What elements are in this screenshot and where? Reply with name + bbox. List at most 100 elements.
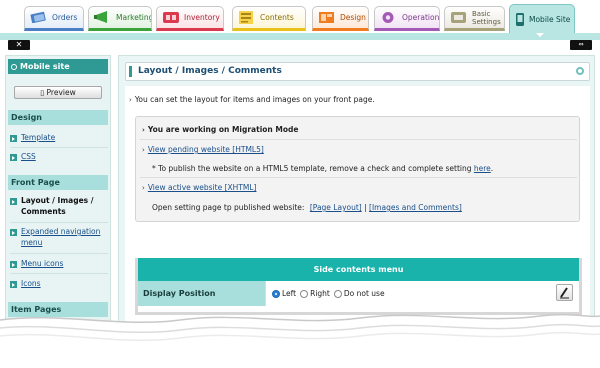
- tab-label-line: Basic: [472, 9, 491, 18]
- tab-label: Basic Settings: [472, 10, 501, 26]
- gear-icon[interactable]: [576, 67, 584, 75]
- radio-label: Do not use: [343, 289, 385, 298]
- tab-label-line: Settings: [472, 17, 501, 26]
- tab-label: Operations: [402, 12, 440, 22]
- pen-icon: [560, 287, 569, 299]
- images-and-comments-link[interactable]: [Images and Comments]: [369, 203, 462, 212]
- sidebar-item-layout-images-comments[interactable]: Layout / Images / Comments: [10, 195, 108, 217]
- publish-here-link[interactable]: here: [474, 164, 491, 173]
- sidebar-title: Mobile site: [8, 59, 108, 74]
- radio-label: Right: [310, 289, 330, 298]
- migration-mode-value: You are working on Migration Mode: [147, 125, 299, 134]
- radio-do-not-use[interactable]: [333, 289, 342, 298]
- circle-icon: [11, 63, 17, 70]
- tab-label: Mobile Site: [529, 14, 571, 24]
- sidebar-section-design: Design: [8, 110, 108, 125]
- radio-right[interactable]: [300, 289, 309, 298]
- megaphone-icon: [93, 10, 113, 25]
- intro-text-value: You can set the layout for items and ima…: [134, 95, 375, 104]
- arrow-bullet-icon: [10, 198, 17, 205]
- sidebar-title-text: Mobile site: [20, 62, 70, 71]
- intro-text: › You can set the layout for items and im…: [129, 95, 375, 104]
- main-panel: Layout / Images / Comments › You can set …: [118, 55, 595, 323]
- page-layout-link[interactable]: [Page Layout]: [310, 203, 362, 212]
- display-position-radio-group: Left Right Do not use: [272, 289, 389, 298]
- sidebar-item-template[interactable]: Template: [10, 132, 108, 143]
- publish-note: * To publish the website on a HTML5 temp…: [152, 164, 494, 173]
- chevron-right-icon: ›: [142, 184, 145, 192]
- page-title: Layout / Images / Comments: [138, 66, 282, 76]
- mobile-phone-icon: [514, 12, 526, 27]
- sidebar: Mobile site ▯ Preview Design Template CS…: [5, 55, 111, 323]
- divider: [10, 147, 108, 148]
- pending-website-row: › View pending website [HTML5]: [142, 145, 264, 154]
- tab-orders[interactable]: Orders: [24, 6, 84, 31]
- sidebar-item-css[interactable]: CSS: [10, 151, 108, 162]
- operations-icon: [379, 10, 399, 25]
- chevron-right-icon: ›: [142, 146, 145, 154]
- radio-option-do-not-use[interactable]: Do not use: [333, 289, 385, 298]
- tab-label: Inventory: [184, 12, 220, 22]
- migration-notice: › You are working on Migration Mode › View…: [135, 116, 580, 222]
- preview-button[interactable]: ▯ Preview: [14, 86, 102, 99]
- view-pending-website-link[interactable]: View pending website [HTML5]: [148, 145, 264, 154]
- expand-view-button[interactable]: ⇔: [570, 40, 592, 50]
- arrow-bullet-icon: [10, 261, 17, 268]
- contents-icon: [237, 10, 257, 25]
- preview-button-label: Preview: [46, 88, 76, 97]
- radio-option-right[interactable]: Right: [300, 289, 330, 298]
- tab-basic-settings[interactable]: Basic Settings: [444, 6, 505, 31]
- tab-operations[interactable]: Operations: [374, 6, 440, 31]
- divider: [10, 253, 108, 254]
- title-accent: [129, 66, 132, 77]
- edit-button[interactable]: [556, 284, 573, 301]
- tab-contents[interactable]: Contents: [232, 6, 306, 31]
- sub-toolbar: [0, 40, 600, 51]
- active-tab-notch: [536, 33, 544, 37]
- tab-strip: [0, 33, 600, 40]
- publish-note-text: * To publish the website on a HTML5 temp…: [152, 164, 472, 173]
- radio-option-left[interactable]: Left: [272, 289, 296, 298]
- torn-edge-decoration: [0, 313, 600, 368]
- link-separator: |: [364, 203, 367, 212]
- view-active-website-link[interactable]: View active website [XHTML]: [148, 183, 257, 192]
- tab-label: Marketing: [116, 12, 152, 22]
- migration-mode-text: › You are working on Migration Mode: [142, 125, 298, 134]
- active-website-row: › View active website [XHTML]: [142, 183, 256, 192]
- sidebar-item-label: Expanded navigation menu: [21, 227, 101, 247]
- divider: [10, 273, 108, 274]
- orders-icon: [29, 10, 49, 25]
- tab-design[interactable]: Design: [312, 6, 369, 31]
- content-area: › You can set the layout for items and im…: [125, 86, 590, 322]
- sidebar-item-expanded-navigation-menu[interactable]: Expanded navigation menu: [10, 226, 108, 248]
- chevron-right-icon: ›: [142, 126, 145, 134]
- published-settings-row: Open setting page tp published website: …: [152, 203, 462, 212]
- divider: [10, 222, 108, 223]
- radio-label: Left: [282, 289, 297, 298]
- sidebar-item-menu-icons[interactable]: Menu icons: [10, 258, 108, 269]
- design-icon: [317, 10, 337, 25]
- published-settings-label: Open setting page tp published website:: [152, 203, 305, 212]
- tab-mobile-site[interactable]: Mobile Site: [509, 4, 575, 34]
- main-tab-bar: Orders Marketing Inventory Contents Desi…: [0, 0, 600, 34]
- sidebar-item-label: Menu icons: [21, 259, 64, 268]
- divider: [140, 177, 577, 178]
- sidebar-item-icons[interactable]: Icons: [10, 278, 108, 289]
- close-sidebar-button[interactable]: ✕: [8, 40, 30, 50]
- inventory-icon: [161, 10, 181, 25]
- arrow-bullet-icon: [10, 154, 17, 161]
- sidebar-section-front-page: Front Page: [8, 175, 108, 190]
- tab-label: Contents: [260, 12, 294, 22]
- tab-label: Design: [340, 12, 366, 22]
- tab-label: Orders: [52, 12, 78, 22]
- tab-marketing[interactable]: Marketing: [88, 6, 152, 31]
- tab-inventory[interactable]: Inventory: [156, 6, 224, 31]
- arrow-bullet-icon: [10, 135, 17, 142]
- radio-left[interactable]: [272, 289, 280, 298]
- arrow-bullet-icon: [10, 229, 17, 236]
- close-icon: ✕: [15, 40, 23, 49]
- sidebar-item-label: CSS: [21, 152, 36, 161]
- side-contents-menu-header: Side contents menu: [138, 258, 579, 281]
- page-title-bar: Layout / Images / Comments: [125, 62, 590, 81]
- sidebar-item-label: Icons: [21, 279, 41, 288]
